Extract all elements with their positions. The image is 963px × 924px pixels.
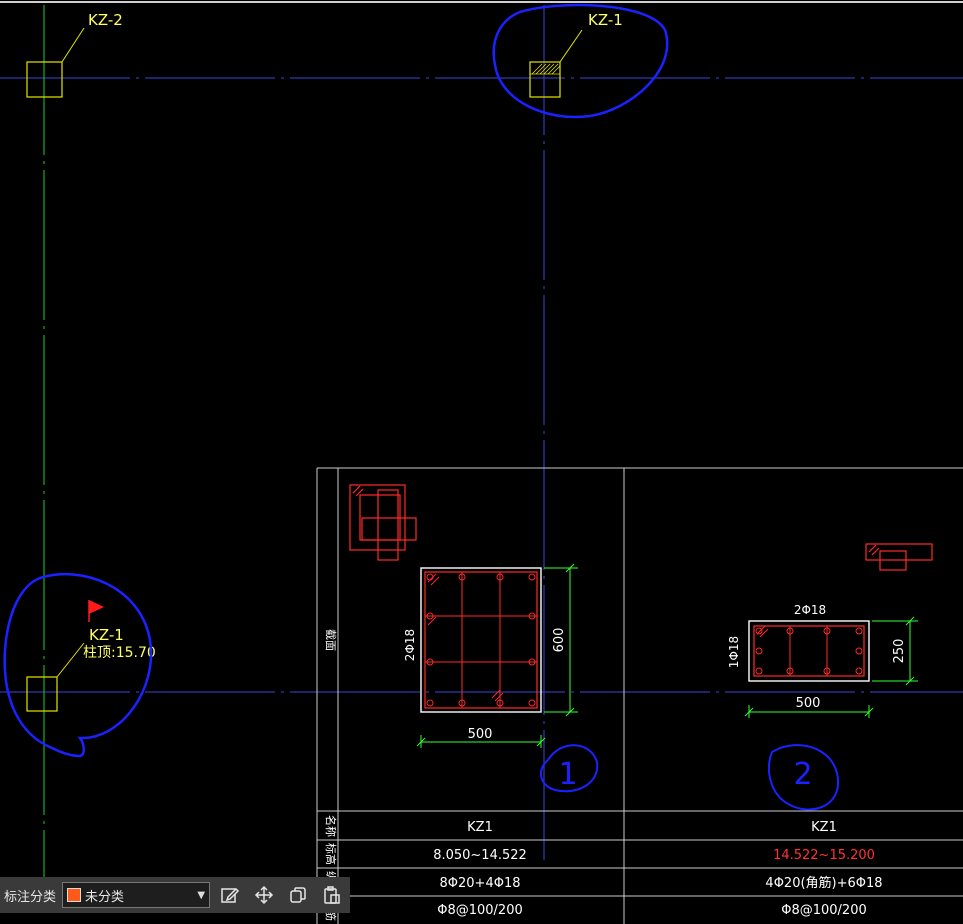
cell-col2-name: KZ1: [811, 820, 837, 835]
leader-line: [559, 29, 583, 63]
column-top-elevation-note: 柱顶:15.70: [83, 645, 156, 661]
cell-col1-elevation: 8.050~14.522: [433, 848, 527, 863]
handwritten-mark-1: 1: [539, 744, 599, 793]
leader-line: [56, 642, 85, 678]
markup-circle-bottom-left: [3, 573, 153, 758]
column-label: KZ-1: [89, 626, 124, 644]
section-1-height-dim: 600: [552, 628, 567, 653]
edit-icon: [221, 887, 240, 903]
cell-col1-longitudinal: 8Φ20+4Φ18: [440, 876, 521, 891]
annotation-category-value: 未分类: [85, 889, 125, 905]
row-header-elevation: 标高: [324, 843, 338, 865]
handwritten-mark-2-text: 2: [793, 757, 812, 792]
annotation-category-select[interactable]: 未分类 ▼: [62, 882, 211, 908]
section-1-drawing: [416, 563, 578, 748]
edit-button[interactable]: [216, 881, 244, 909]
column-box[interactable]: [529, 61, 561, 98]
section-2-height-dim: 250: [892, 639, 907, 664]
move-button[interactable]: [250, 881, 278, 909]
row-header-section: 截面: [324, 629, 338, 651]
section-2-side-rebar: 1Φ18: [727, 636, 741, 668]
section-2-drawing: [744, 616, 918, 718]
markup-circle-top: [492, 3, 669, 119]
cad-canvas[interactable]: KZ-2 KZ-1 KZ-1 柱顶:15.70 截面 名称 标高 KZ1 8.0…: [0, 0, 963, 924]
column-kz1-bottom-left[interactable]: KZ-1 柱顶:15.70: [26, 626, 156, 712]
flag-icon[interactable]: [88, 600, 104, 622]
row-header-name: 名称: [324, 815, 338, 837]
cell-col1-stirrup: Φ8@100/200: [437, 903, 523, 918]
cell-col1-name: KZ1: [467, 820, 493, 835]
stirrup-schematic-2: [865, 543, 933, 571]
paste-button[interactable]: [318, 881, 346, 909]
handwritten-mark-1-text: 1: [558, 757, 577, 792]
section-1-side-rebar: 2Φ18: [403, 629, 417, 661]
paste-icon: [324, 886, 340, 904]
annotation-toolbar: 标注分类 未分类 ▼: [0, 877, 350, 913]
annotation-category-label: 标注分类: [4, 889, 57, 905]
cell-col2-elevation: 14.522~15.200: [773, 848, 875, 863]
copy-button[interactable]: [284, 881, 312, 909]
section-1-width-dim: 500: [468, 727, 493, 742]
cell-col2-stirrup: Φ8@100/200: [781, 903, 867, 918]
cell-col2-longitudinal: 4Φ20(角筋)+6Φ18: [765, 875, 882, 891]
stirrup-schematic-1: [349, 484, 417, 561]
copy-icon: [290, 887, 306, 903]
column-label: KZ-1: [588, 11, 623, 29]
column-label: KZ-2: [88, 11, 123, 29]
category-color-swatch: [67, 888, 82, 902]
column-kz2-top-left[interactable]: KZ-2: [26, 11, 123, 98]
hatch-pattern: [530, 63, 561, 75]
column-box[interactable]: [26, 676, 58, 712]
section-2-width-dim: 500: [796, 696, 821, 711]
chevron-down-icon[interactable]: ▼: [197, 890, 205, 901]
move-icon: [254, 885, 274, 905]
leader-line: [61, 27, 85, 63]
section-2-top-rebar: 2Φ18: [794, 603, 826, 617]
handwritten-mark-2: 2: [768, 744, 840, 811]
